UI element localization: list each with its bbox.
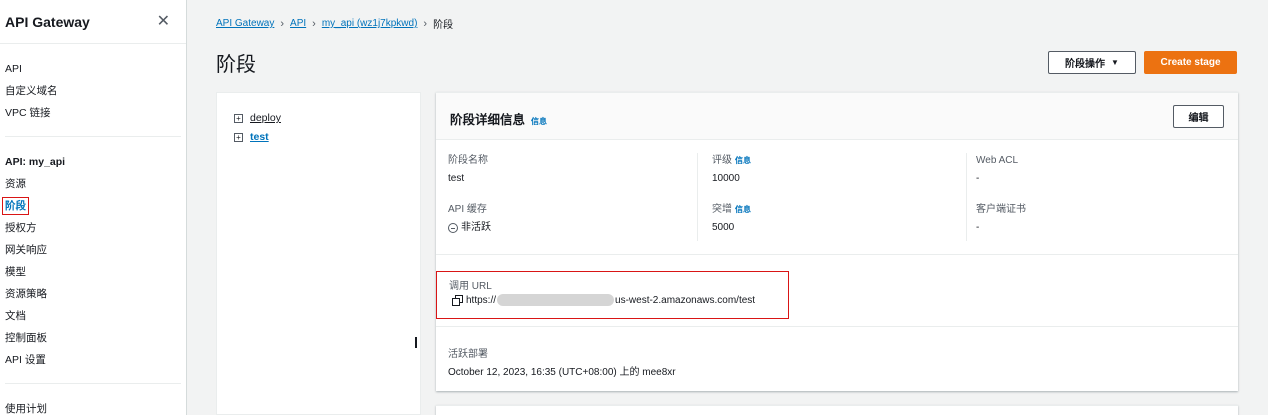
sidebar-item-vpc-links[interactable]: VPC 链接 — [5, 102, 181, 124]
chevron-right-icon: › — [312, 17, 316, 30]
card-title-text: 阶段详细信息 — [450, 113, 526, 127]
info-link[interactable]: 信息 — [735, 205, 751, 214]
field-client-cert: 客户端证书 - — [976, 203, 1026, 236]
tree-item-deploy: + deploy — [234, 112, 281, 124]
field-burst: 突增 信息 5000 — [712, 203, 751, 236]
breadcrumb: API Gateway › API › my_api (wz1j7kpkwd) … — [216, 16, 454, 32]
tree-item-test: + test — [234, 131, 269, 143]
sidebar-section-title: API: my_api — [5, 156, 66, 168]
sidebar-item-dashboard[interactable]: 控制面板 — [5, 327, 181, 349]
create-stage-button[interactable]: Create stage — [1144, 51, 1237, 74]
nav-divider — [5, 383, 181, 384]
close-icon[interactable]: ✕ — [157, 13, 170, 30]
field-active-deployment: 活跃部署 October 12, 2023, 16:35 (UTC+08:00)… — [448, 348, 676, 381]
rate-label-row: 评级 信息 — [712, 154, 751, 168]
sidebar-item-documentation[interactable]: 文档 — [5, 305, 181, 327]
chevron-right-icon: › — [423, 17, 428, 30]
section-divider — [436, 326, 1238, 327]
secondary-card — [436, 405, 1238, 415]
tree-link-deploy[interactable]: deploy — [250, 112, 281, 124]
nav-divider — [5, 136, 181, 137]
resize-handle[interactable] — [415, 337, 417, 348]
invoke-url-prefix[interactable]: https:// — [466, 295, 496, 306]
web-acl-value: - — [976, 173, 980, 184]
active-deploy-label: 活跃部署 — [448, 349, 488, 360]
invoke-url-value: https:// us-west-2.amazonaws.com/test — [452, 294, 755, 306]
nav-group-top: API 自定义域名 VPC 链接 API: my_api 资源 阶段 授权方 网… — [0, 44, 186, 415]
info-link[interactable]: 信息 — [531, 117, 547, 126]
sidebar: API Gateway ✕ API 自定义域名 VPC 链接 API: my_a… — [0, 0, 187, 415]
card-header: 阶段详细信息 信息 编辑 — [436, 93, 1238, 140]
column-divider — [697, 153, 698, 241]
tree-link-test[interactable]: test — [250, 131, 269, 143]
section-divider — [436, 254, 1238, 255]
breadcrumb-api-gateway[interactable]: API Gateway — [216, 18, 274, 29]
chevron-right-icon: › — [280, 17, 285, 30]
web-acl-label: Web ACL — [976, 155, 1019, 166]
invoke-url-suffix[interactable]: us-west-2.amazonaws.com/test — [615, 295, 755, 306]
redacted-block — [497, 294, 615, 306]
caret-down-icon: ▼ — [1111, 58, 1119, 67]
client-cert-label: 客户端证书 — [976, 204, 1026, 215]
sidebar-item-gateway-responses[interactable]: 网关响应 — [5, 239, 181, 261]
stage-name-label: 阶段名称 — [448, 155, 488, 166]
main-content: API Gateway › API › my_api (wz1j7kpkwd) … — [188, 0, 1268, 415]
stage-actions-button[interactable]: 阶段操作 ▼ — [1048, 51, 1136, 74]
invoke-url-label: 调用 URL — [449, 281, 492, 292]
rate-value: 10000 — [712, 173, 740, 184]
sidebar-item-usage-plans[interactable]: 使用计划 — [5, 398, 181, 415]
sidebar-item-resources[interactable]: 资源 — [5, 173, 181, 195]
sidebar-item-api[interactable]: API — [5, 58, 181, 80]
column-divider — [966, 153, 967, 241]
stage-name-value: test — [448, 173, 465, 184]
info-link[interactable]: 信息 — [735, 156, 751, 165]
stage-actions-label: 阶段操作 — [1065, 59, 1106, 70]
rate-label: 评级 — [712, 155, 732, 166]
sidebar-item-resource-policy[interactable]: 资源策略 — [5, 283, 181, 305]
breadcrumb-api[interactable]: API — [290, 18, 306, 29]
sidebar-item-custom-domains[interactable]: 自定义域名 — [5, 80, 181, 102]
sidebar-item-api-settings[interactable]: API 设置 — [5, 349, 181, 371]
field-api-cache: API 缓存 非活跃 — [448, 203, 491, 236]
field-web-acl: Web ACL - — [976, 154, 1018, 187]
active-deploy-value: October 12, 2023, 16:35 (UTC+08:00) 上的 m… — [448, 367, 676, 378]
field-rate: 评级 信息 10000 — [712, 154, 751, 187]
api-cache-value-row: 非活跃 — [448, 220, 491, 236]
sidebar-title: API Gateway — [5, 13, 90, 30]
sidebar-item-stages[interactable]: 阶段 — [2, 197, 29, 215]
api-cache-value: 非活跃 — [461, 222, 491, 233]
card-title: 阶段详细信息 信息 — [450, 109, 547, 128]
stage-details-card: 阶段详细信息 信息 编辑 阶段名称 test 评级 信息 10000 Web ACL… — [436, 92, 1238, 391]
sidebar-header: API Gateway ✕ — [0, 0, 186, 44]
stage-tree-panel: + deploy + test — [216, 92, 421, 415]
edit-button[interactable]: 编辑 — [1173, 105, 1224, 128]
page-title: 阶段 — [216, 54, 256, 76]
sidebar-item-models[interactable]: 模型 — [5, 261, 181, 283]
burst-value: 5000 — [712, 222, 735, 233]
burst-label: 突增 — [712, 204, 732, 215]
api-cache-label: API 缓存 — [448, 204, 487, 215]
breadcrumb-current: 阶段 — [433, 20, 454, 31]
client-cert-value: - — [976, 222, 980, 233]
minus-circle-icon — [448, 223, 458, 233]
expand-icon[interactable]: + — [234, 113, 243, 123]
burst-label-row: 突增 信息 — [712, 203, 751, 217]
expand-icon[interactable]: + — [234, 132, 243, 142]
sidebar-item-authorizers[interactable]: 授权方 — [5, 217, 181, 239]
copy-icon[interactable] — [452, 295, 463, 306]
breadcrumb-my-api[interactable]: my_api (wz1j7kpkwd) — [322, 18, 418, 29]
field-stage-name: 阶段名称 test — [448, 154, 488, 187]
invoke-url-highlight: 调用 URL https:// us-west-2.amazonaws.com/… — [436, 271, 789, 319]
